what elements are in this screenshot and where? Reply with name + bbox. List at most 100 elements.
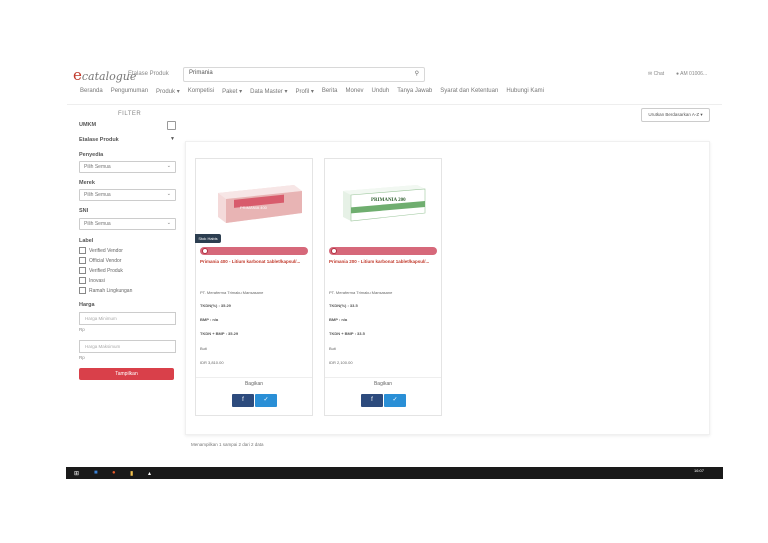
tkdn-value: TKDN(%) : 33.5: [329, 303, 358, 308]
nav-item-pengumuman[interactable]: Pengumuman: [111, 88, 148, 98]
facebook-icon: f: [242, 397, 244, 403]
windows-start-icon[interactable]: ⊞: [74, 470, 79, 477]
chevron-down-icon: ⌄: [166, 220, 171, 226]
stock-badge: Stok Habis: [195, 234, 221, 243]
nav-item-hubungi[interactable]: Hubungi Kami: [506, 88, 544, 98]
product-image[interactable]: PRIMANIA 400: [204, 171, 306, 227]
label-verified-vendor[interactable]: Verified Vendor: [79, 247, 123, 254]
etalase-label: Etalase Produk: [79, 137, 119, 143]
checkbox-label: Verified Produk: [89, 267, 123, 274]
browser-icon[interactable]: ■: [94, 470, 98, 476]
app-icon[interactable]: ▴: [148, 470, 151, 477]
nav-item-produk[interactable]: Produk ▾: [156, 88, 180, 98]
folder-icon[interactable]: ▮: [130, 470, 133, 477]
logo-e: e: [73, 66, 82, 84]
facebook-icon: f: [371, 397, 373, 403]
checkbox[interactable]: [79, 267, 86, 274]
label-official-vendor[interactable]: Official Vendor: [79, 257, 121, 264]
harga-max-placeholder: Harga Maksimum: [85, 344, 121, 349]
checkbox-label: Official Vendor: [89, 257, 122, 264]
product-image[interactable]: PRIMANIA 200: [333, 171, 435, 227]
unit-value: Buti: [200, 346, 207, 351]
checkbox[interactable]: [79, 287, 86, 294]
share-buttons: f ✓: [232, 394, 277, 407]
product-name[interactable]: Primania 400 - Litium karbonat 1ablet/ka…: [200, 259, 308, 265]
twitter-share-button[interactable]: ✓: [384, 394, 406, 407]
twitter-icon: ✓: [392, 397, 398, 403]
harga-min-placeholder: Harga Minimum: [85, 316, 117, 321]
facebook-share-button[interactable]: f: [232, 394, 254, 407]
bmp-value: BMP : n/a: [329, 317, 348, 322]
chevron-down-icon[interactable]: ▼: [170, 136, 175, 142]
sni-select[interactable]: Pilih Semua ⌄: [79, 218, 176, 230]
unit-value: Buti: [329, 346, 336, 351]
chevron-down-icon: ⌄: [166, 163, 171, 169]
site-label: Etalase Produk: [128, 71, 169, 77]
tkdn-bmp-value: TKDN + BMP : 35.29: [200, 331, 239, 336]
chat-icon: ✉: [648, 71, 653, 77]
box-label: PRIMANIA 200: [371, 198, 406, 203]
checkbox[interactable]: [79, 277, 86, 284]
nav-item-berita[interactable]: Berita: [322, 88, 338, 98]
harga-label: Harga: [79, 302, 95, 308]
nav-item-beranda[interactable]: Beranda: [80, 88, 103, 98]
os-taskbar: ⊞ ■ ● ▮ ▴ 16:07: [66, 467, 723, 479]
user-menu[interactable]: ● AM 01006...: [676, 71, 707, 77]
card-divider: [325, 377, 441, 378]
main-nav: Beranda Pengumuman Produk ▾ Kompetisi Pa…: [80, 88, 544, 98]
penyedia-select[interactable]: Pilih Semua ⌄: [79, 161, 176, 173]
bmp-value: BMP : n/a: [200, 317, 219, 322]
rp-label: Rp: [79, 355, 85, 360]
ecatalogue-logo[interactable]: ecatalogue: [73, 66, 136, 84]
box-label: PRIMANIA 400: [240, 205, 268, 210]
card-divider: [196, 377, 312, 378]
checkbox[interactable]: [79, 247, 86, 254]
label-inovasi[interactable]: Inovasi: [79, 277, 105, 284]
vendor-icon: [331, 248, 337, 254]
nav-item-paket[interactable]: Paket ▾: [222, 88, 242, 98]
search-value: Primania: [189, 70, 213, 76]
vendor-name: PT. Meraferma Trimaku Mansasane: [200, 290, 264, 295]
sni-label: SNI: [79, 208, 89, 214]
facebook-share-button[interactable]: f: [361, 394, 383, 407]
chevron-down-icon: ⌄: [166, 191, 171, 197]
nav-item-tanya-jawab[interactable]: Tanya Jawab: [397, 88, 432, 98]
tampilkan-button[interactable]: Tampilkan: [79, 368, 174, 380]
chat-link[interactable]: ✉ Chat: [648, 71, 664, 77]
nav-item-syarat[interactable]: Syarat dan Ketentuan: [440, 88, 498, 98]
sni-select-value: Pilih Semua: [84, 221, 111, 227]
label-heading: Label: [79, 238, 94, 244]
sort-select[interactable]: Urutkan Berdasarkan A-Z ▾: [641, 108, 710, 122]
twitter-share-button[interactable]: ✓: [255, 394, 277, 407]
umkm-checkbox[interactable]: [167, 121, 176, 130]
checkbox[interactable]: [79, 257, 86, 264]
nav-item-kompetisi[interactable]: Kompetisi: [188, 88, 214, 98]
merek-label: Merek: [79, 180, 95, 186]
harga-max-input[interactable]: Harga Maksimum: [79, 340, 176, 353]
harga-min-input[interactable]: Harga Minimum: [79, 312, 176, 325]
share-label: Bagikan: [373, 381, 393, 387]
penyedia-select-value: Pilih Semua: [84, 164, 111, 170]
nav-item-monev[interactable]: Monev: [346, 88, 364, 98]
product-card[interactable]: PRIMANIA 200 Primania 200 - Litium karbo…: [324, 158, 442, 416]
nav-item-data-master[interactable]: Data Master ▾: [250, 88, 287, 98]
search-icon[interactable]: ⚲: [415, 70, 419, 77]
price-value: IDR 3,810.00: [200, 360, 224, 365]
label-ramah-lingkungan[interactable]: Ramah Lingkungan: [79, 287, 132, 294]
search-input[interactable]: Primania ⚲: [183, 67, 425, 82]
label-verified-produk[interactable]: Verified Produk: [79, 267, 123, 274]
pagination-summary: Menampilkan 1 sampai 2 dari 2 data: [191, 442, 264, 447]
twitter-icon: ✓: [263, 397, 269, 403]
nav-item-unduh[interactable]: Unduh: [372, 88, 390, 98]
product-name[interactable]: Primania 200 - Litium karbonat 1ablet/ka…: [329, 259, 437, 265]
checkbox-label: Ramah Lingkungan: [89, 287, 133, 294]
share-buttons: f ✓: [361, 394, 406, 407]
price-value: IDR 2,100.00: [329, 360, 353, 365]
chrome-icon[interactable]: ●: [112, 470, 116, 476]
merek-select[interactable]: Pilih Semua ⌄: [79, 189, 176, 201]
user-icon: ●: [676, 71, 680, 77]
nav-item-profil[interactable]: Profil ▾: [295, 88, 313, 98]
product-card[interactable]: PRIMANIA 400 Stok Habis Primania 400 - L…: [195, 158, 313, 416]
product-pill: [329, 247, 437, 255]
filter-title: FILTER: [118, 111, 142, 117]
